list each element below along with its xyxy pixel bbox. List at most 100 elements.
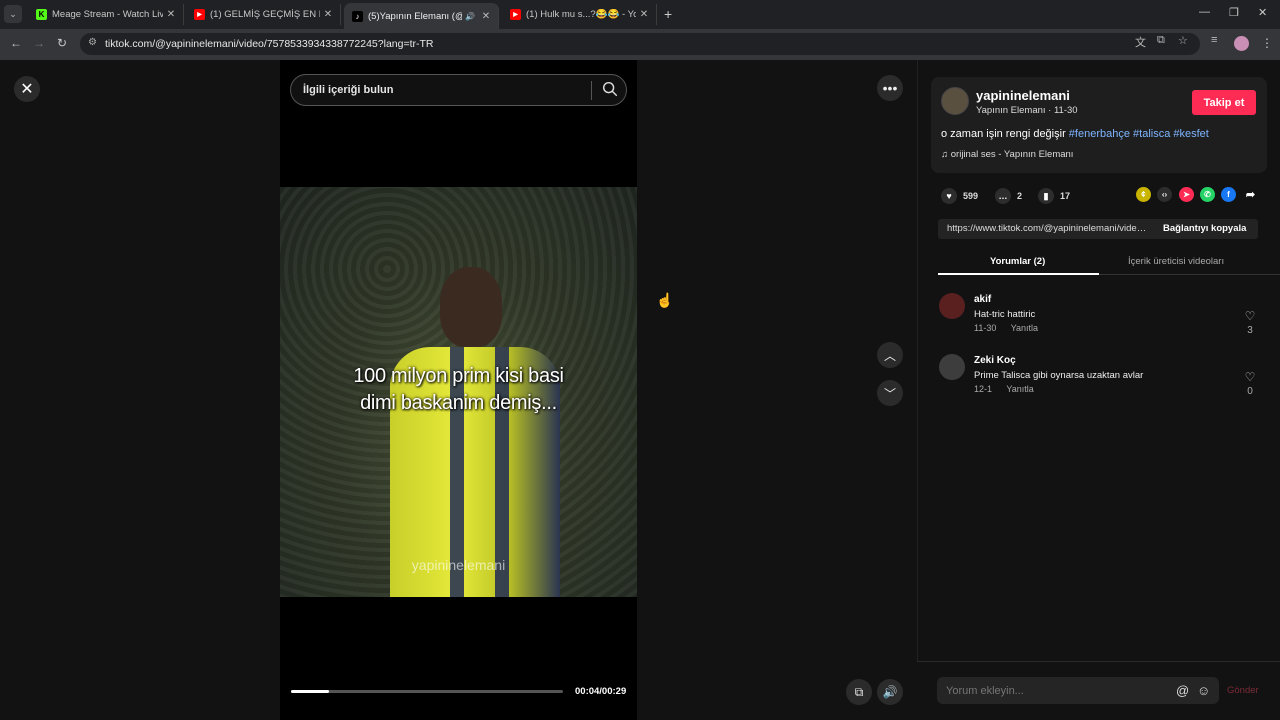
minimize-icon[interactable]: — xyxy=(1199,6,1210,18)
description-text: o zaman işin rengi değişir xyxy=(941,128,1069,140)
follow-button[interactable]: Takip et xyxy=(1192,90,1256,115)
comment-author[interactable]: Zeki Koç xyxy=(974,355,1016,366)
author-avatar[interactable] xyxy=(941,87,969,115)
close-video-button[interactable]: ✕ xyxy=(14,76,40,102)
share-link-box: https://www.tiktok.com/@yapininelemani/v… xyxy=(938,219,1258,239)
video-caption: 100 milyon prim kisi basi dimi baskanim … xyxy=(280,363,637,417)
facebook-icon[interactable]: f xyxy=(1221,187,1236,202)
like-stat[interactable]: ♥ 599 xyxy=(941,188,978,204)
profile-avatar[interactable] xyxy=(1234,36,1249,51)
related-search-bar[interactable]: İlgili içeriği bulun xyxy=(290,74,627,106)
comment-like-icon[interactable]: ♡ xyxy=(1242,370,1258,384)
install-app-icon[interactable]: ⧉ xyxy=(1157,34,1165,47)
search-divider xyxy=(591,81,592,100)
search-placeholder: İlgili içeriği bulun xyxy=(303,84,394,96)
browser-menu-icon[interactable]: ⋮ xyxy=(1261,36,1273,50)
tiktok-icon: ♪ xyxy=(352,10,363,22)
tab-strip: ⌄ K Meage Stream - Watch Live on ✕ ▶ (1)… xyxy=(0,0,1280,29)
player-head xyxy=(440,267,502,347)
hashtag-link[interactable]: #kesfet xyxy=(1173,128,1208,140)
volume-button[interactable]: 🔊 xyxy=(877,679,903,705)
like-count: 599 xyxy=(963,191,979,201)
send-comment-button[interactable]: Gönder xyxy=(1227,685,1259,696)
reload-icon[interactable]: ↻ xyxy=(57,36,67,50)
emoji-icon[interactable]: ☺ xyxy=(1197,683,1210,698)
media-control-icon[interactable]: ≡ xyxy=(1211,34,1217,46)
reply-button[interactable]: Yanıtla xyxy=(1011,323,1038,333)
sidebar-tabs: Yorumlar (2) İçerik üreticisi videoları xyxy=(938,250,1280,275)
video-description: o zaman işin rengi değişir #fenerbahçe #… xyxy=(941,128,1209,140)
tab-close-icon[interactable]: ✕ xyxy=(636,9,652,20)
author-username[interactable]: yapininelemani xyxy=(976,88,1070,103)
hashtag-link[interactable]: #fenerbahçe xyxy=(1069,128,1130,140)
audio-playing-icon[interactable]: 🔊 xyxy=(465,12,475,21)
restore-icon[interactable]: ❐ xyxy=(1229,6,1239,19)
tab-close-icon[interactable]: ✕ xyxy=(320,9,336,20)
comment-meta: 11-30 Yanıtla xyxy=(974,323,1050,333)
comment-author[interactable]: akif xyxy=(974,294,991,305)
copy-link-button[interactable]: Bağlantıyı kopyala xyxy=(1163,223,1246,234)
share-link-url[interactable]: https://www.tiktok.com/@yapininelemani/v… xyxy=(947,223,1147,234)
kick-icon: K xyxy=(36,9,47,20)
video-progress-fill xyxy=(291,690,330,693)
whatsapp-icon[interactable]: ✆ xyxy=(1200,187,1215,202)
share-arrow-icon[interactable]: ➦ xyxy=(1243,187,1258,202)
heart-icon[interactable]: ♥ xyxy=(941,188,957,204)
search-icon[interactable] xyxy=(601,80,619,98)
forward-icon[interactable]: → xyxy=(33,36,45,50)
reply-button[interactable]: Yanıtla xyxy=(1006,384,1033,394)
browser-tab-youtube-2[interactable]: ▶ (1) Hulk mu s...?😂😂 - YouTub ✕ xyxy=(502,4,657,25)
chevron-up-icon: ︿ xyxy=(883,348,896,363)
music-title: orijinal ses - Yapının Elemanı xyxy=(950,149,1074,160)
comment-like-count: 0 xyxy=(1247,386,1253,397)
mention-icon[interactable]: @ xyxy=(1176,683,1189,698)
new-tab-icon[interactable]: + xyxy=(664,6,672,22)
youtube-icon: ▶ xyxy=(194,9,205,20)
tab-title: (5)Yapının Elemanı (@yapin xyxy=(368,10,462,22)
browser-tab-youtube-1[interactable]: ▶ (1) GELMİŞ GEÇMİŞ EN DUYGU ✕ xyxy=(186,4,341,25)
browser-tab-kick[interactable]: K Meage Stream - Watch Live on ✕ xyxy=(28,4,184,25)
bookmark-star-icon[interactable]: ☆ xyxy=(1178,34,1188,47)
tab-title: (1) Hulk mu s...?😂😂 - YouTub xyxy=(526,9,636,20)
send-to-friends-icon[interactable]: ➤ xyxy=(1179,187,1194,202)
window-close-icon[interactable]: ✕ xyxy=(1258,6,1267,19)
comment-stat[interactable]: … 2 xyxy=(995,188,1022,204)
coin-icon[interactable]: ¢ xyxy=(1136,187,1151,202)
back-icon[interactable]: ← xyxy=(10,36,22,50)
hashtag-link[interactable]: #talisca xyxy=(1133,128,1170,140)
save-count: 17 xyxy=(1060,191,1071,201)
music-info[interactable]: ♫ orijinal ses - Yapının Elemanı xyxy=(941,149,1073,160)
video-progress-bar[interactable] xyxy=(291,690,563,693)
more-icon: ••• xyxy=(882,80,898,96)
translate-icon[interactable]: 文 xyxy=(1135,34,1146,50)
comment-avatar[interactable] xyxy=(939,354,965,380)
author-subtitle: Yapının Elemanı · 11-30 xyxy=(976,105,1078,116)
tab-comments[interactable]: Yorumlar (2) xyxy=(990,256,1045,267)
embed-icon[interactable]: ‹› xyxy=(1157,187,1172,202)
tab-search-icon[interactable]: ⌄ xyxy=(4,5,22,23)
comment-icon[interactable]: … xyxy=(995,188,1011,204)
site-info-icon[interactable]: ⚙ xyxy=(88,37,97,48)
save-stat[interactable]: ▮ 17 xyxy=(1038,188,1070,204)
bookmark-icon[interactable]: ▮ xyxy=(1038,188,1054,204)
comment-text: Hat-tric hattiric xyxy=(974,309,1036,320)
tab-creator-videos[interactable]: İçerik üreticisi videoları xyxy=(1128,256,1224,267)
tab-close-icon[interactable]: ✕ xyxy=(163,9,179,20)
address-bar[interactable]: ⚙ tiktok.com/@yapininelemani/video/75785… xyxy=(80,33,1200,55)
browser-tab-tiktok[interactable]: ♪ (5)Yapının Elemanı (@yapin 🔊 ✕ xyxy=(344,3,499,29)
tab-close-icon[interactable]: ✕ xyxy=(478,11,494,22)
address-url: tiktok.com/@yapininelemani/video/7578533… xyxy=(105,38,434,50)
comment-avatar[interactable] xyxy=(939,293,965,319)
volume-icon: 🔊 xyxy=(882,685,898,699)
next-video-button[interactable]: ﹀ xyxy=(877,380,903,406)
floating-player-button[interactable]: ⧉ xyxy=(846,679,872,705)
comment-meta: 12-1 Yanıtla xyxy=(974,384,1046,394)
mouse-cursor-icon: ☝ xyxy=(656,292,674,308)
picture-in-picture-icon: ⧉ xyxy=(854,684,864,699)
comment-count: 2 xyxy=(1017,191,1023,201)
more-options-button[interactable]: ••• xyxy=(877,75,903,101)
comment-like-icon[interactable]: ♡ xyxy=(1242,309,1258,323)
music-note-icon: ♫ xyxy=(941,149,949,160)
previous-video-button[interactable]: ︿ xyxy=(877,342,903,368)
comment-date: 12-1 xyxy=(974,384,993,394)
